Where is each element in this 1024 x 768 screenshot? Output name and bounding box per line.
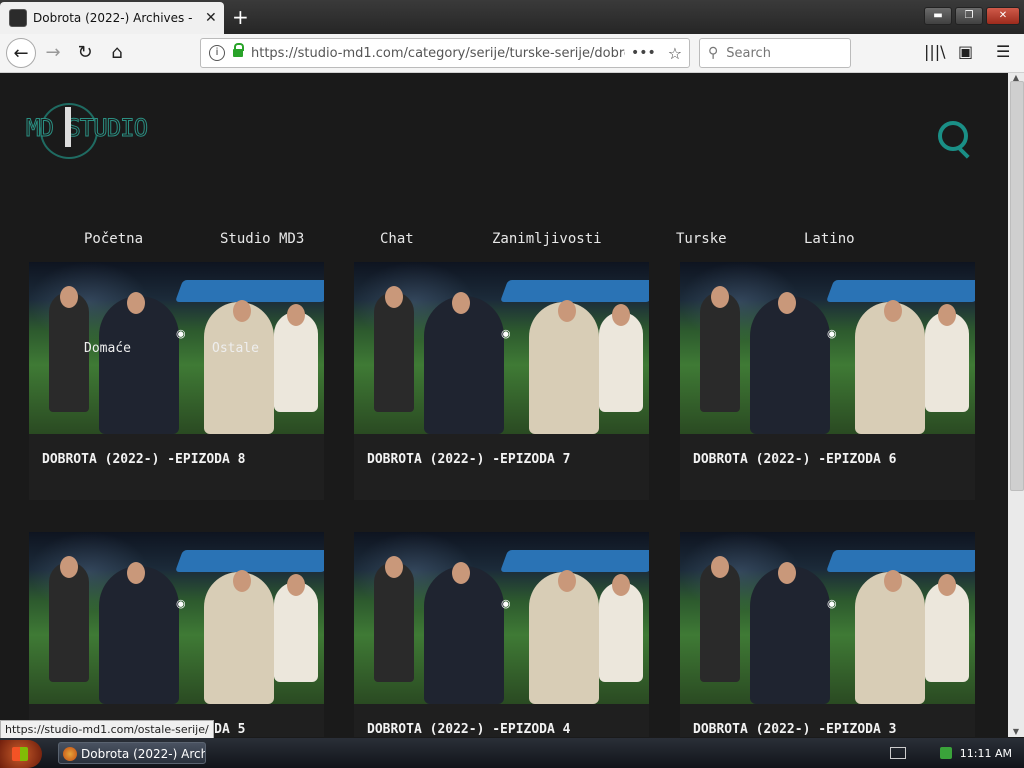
post-card[interactable]: ◉ DOBROTA (2022-) -EPIZODA 7 bbox=[354, 262, 649, 500]
home-icon[interactable]: ⌂ bbox=[102, 38, 132, 68]
view-icon: ◉ bbox=[827, 597, 837, 610]
clock[interactable]: 11:11 AM bbox=[960, 747, 1012, 760]
lock-icon bbox=[233, 43, 244, 57]
nav-chat[interactable]: Chat bbox=[380, 231, 414, 247]
browser-search-box[interactable]: ⚲ bbox=[699, 38, 851, 68]
scroll-down-icon[interactable]: ▼ bbox=[1010, 727, 1022, 737]
url-text[interactable]: https://studio-md1.com/category/serije/t… bbox=[251, 46, 625, 61]
view-icon: ◉ bbox=[501, 597, 511, 610]
sidebar-icon[interactable]: ▣ bbox=[958, 42, 973, 61]
submenu-domace[interactable]: Domaće bbox=[84, 341, 131, 356]
nav-pocetna[interactable]: Početna bbox=[84, 231, 143, 247]
nav-zanimljivosti[interactable]: Zanimljivosti bbox=[492, 231, 602, 247]
link-status-bar: https://studio-md1.com/ostale-serije/ bbox=[0, 720, 214, 740]
site-favicon-icon bbox=[9, 9, 27, 27]
window-close-icon[interactable]: ✕ bbox=[986, 7, 1020, 25]
post-title[interactable]: DOBROTA (2022-) -EPIZODA 7 bbox=[367, 452, 571, 467]
start-button[interactable] bbox=[0, 740, 42, 768]
tab-title: Dobrota (2022-) Archives - Studio bbox=[33, 11, 197, 25]
back-arrow-icon[interactable]: ← bbox=[6, 38, 36, 68]
firefox-icon bbox=[63, 747, 77, 761]
post-title[interactable]: DOBROTA (2022-) -EPIZODA 6 bbox=[693, 452, 897, 467]
post-thumbnail[interactable]: ◉ bbox=[354, 262, 649, 434]
browser-search-input[interactable] bbox=[724, 44, 839, 62]
post-thumbnail[interactable]: ◉ bbox=[680, 532, 975, 704]
minimize-icon[interactable]: ▬ bbox=[924, 7, 952, 25]
web-page: MD STUDIO Početna Studio MD3 Chat Zaniml… bbox=[0, 73, 1008, 737]
menu-hamburger-icon[interactable]: ☰ bbox=[996, 42, 1010, 61]
window-controls: ▬ ❐ ✕ bbox=[924, 7, 1020, 25]
post-title[interactable]: DOBROTA (2022-) -EPIZODA 8 bbox=[42, 452, 246, 467]
os-taskbar: Dobrota (2022-) Archi... 11:11 AM bbox=[0, 738, 1024, 768]
submenu-ostale[interactable]: Ostale bbox=[212, 341, 259, 356]
page-actions-icon[interactable]: ••• bbox=[631, 45, 656, 61]
bookmark-star-icon[interactable]: ☆ bbox=[668, 44, 682, 63]
post-card[interactable]: ◉ DOBROTA (2022-) -EPIZODA 6 bbox=[680, 262, 975, 500]
post-title[interactable]: DOBROTA (2022-) -EPIZODA 3 bbox=[693, 722, 897, 737]
keyboard-icon[interactable] bbox=[889, 747, 906, 759]
view-icon: ◉ bbox=[176, 597, 186, 610]
nav-studio-md3[interactable]: Studio MD3 bbox=[220, 231, 304, 247]
post-thumbnail[interactable]: ◉ bbox=[354, 532, 649, 704]
post-card[interactable]: ◉ DOBROTA (2022-) -EPIZODA 4 bbox=[354, 532, 649, 737]
post-title[interactable]: DOBROTA (2022-) -EPIZODA 4 bbox=[367, 722, 571, 737]
site-info-icon[interactable]: i bbox=[209, 45, 225, 61]
maximize-icon[interactable]: ❐ bbox=[955, 7, 983, 25]
taskbar-item-firefox[interactable]: Dobrota (2022-) Archi... bbox=[58, 742, 206, 764]
site-logo[interactable]: MD STUDIO bbox=[25, 103, 160, 159]
logo-bar bbox=[65, 107, 71, 147]
post-card[interactable]: ◉ DOBROTA (2022-) -EPIZODA 3 bbox=[680, 532, 975, 737]
network-icon[interactable] bbox=[939, 747, 952, 759]
library-icon[interactable]: |||\ bbox=[924, 42, 946, 61]
page-scrollbar[interactable]: ▲ ▼ bbox=[1008, 73, 1024, 737]
taskbar-item-label: Dobrota (2022-) Archi... bbox=[81, 747, 206, 761]
post-thumbnail[interactable]: ◉ bbox=[29, 532, 324, 704]
browser-toolbar: ← → ↻ ⌂ i https://studio-md1.com/categor… bbox=[0, 34, 1024, 73]
nav-latino[interactable]: Latino bbox=[804, 231, 855, 247]
windows-flag-icon bbox=[12, 747, 28, 761]
site-search-icon[interactable] bbox=[938, 121, 968, 151]
reload-icon[interactable]: ↻ bbox=[70, 38, 100, 68]
view-icon: ◉ bbox=[501, 327, 511, 340]
view-icon: ◉ bbox=[176, 327, 186, 340]
logo-text: MD STUDIO bbox=[25, 114, 148, 143]
new-tab-icon[interactable]: + bbox=[232, 5, 249, 29]
scrollbar-thumb[interactable] bbox=[1010, 81, 1024, 491]
post-thumbnail[interactable]: ◉ bbox=[680, 262, 975, 434]
search-icon: ⚲ bbox=[708, 45, 719, 61]
post-card[interactable]: ◉ DOBROTA (2022-) -EPIZODA 8 bbox=[29, 262, 324, 500]
nav-turske[interactable]: Turske bbox=[676, 231, 727, 247]
browser-titlebar: Dobrota (2022-) Archives - Studio ✕ + ▬ … bbox=[0, 0, 1024, 34]
view-icon: ◉ bbox=[827, 327, 837, 340]
address-bar[interactable]: i https://studio-md1.com/category/serije… bbox=[200, 38, 690, 68]
post-thumbnail[interactable]: ◉ bbox=[29, 262, 324, 434]
tab-close-icon[interactable]: ✕ bbox=[205, 10, 217, 26]
browser-tab[interactable]: Dobrota (2022-) Archives - Studio ✕ bbox=[0, 2, 224, 34]
post-card[interactable]: ◉ DOBROTA (2022-) -EPIZODA 5 bbox=[29, 532, 324, 737]
forward-arrow-icon[interactable]: → bbox=[38, 38, 68, 68]
system-tray: 11:11 AM bbox=[889, 738, 1024, 768]
